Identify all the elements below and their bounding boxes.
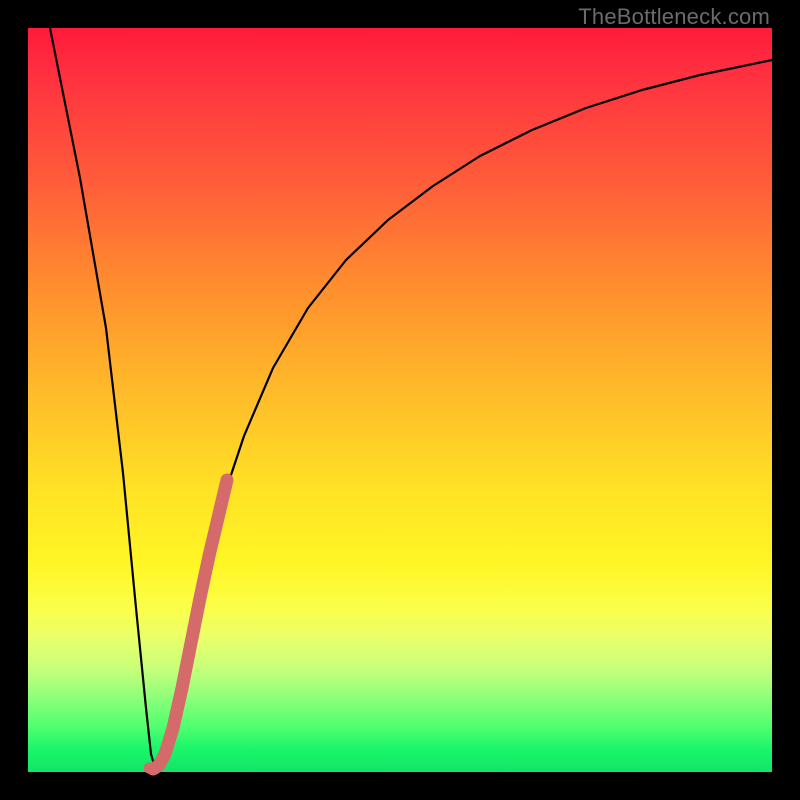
plot-area [28, 28, 772, 772]
vertex-hook [149, 768, 156, 769]
chart-frame: TheBottleneck.com [0, 0, 800, 800]
highlight-segment [153, 480, 227, 769]
watermark-text: TheBottleneck.com [578, 4, 770, 30]
curve-layer [28, 28, 772, 772]
bottleneck-curve [50, 28, 772, 768]
